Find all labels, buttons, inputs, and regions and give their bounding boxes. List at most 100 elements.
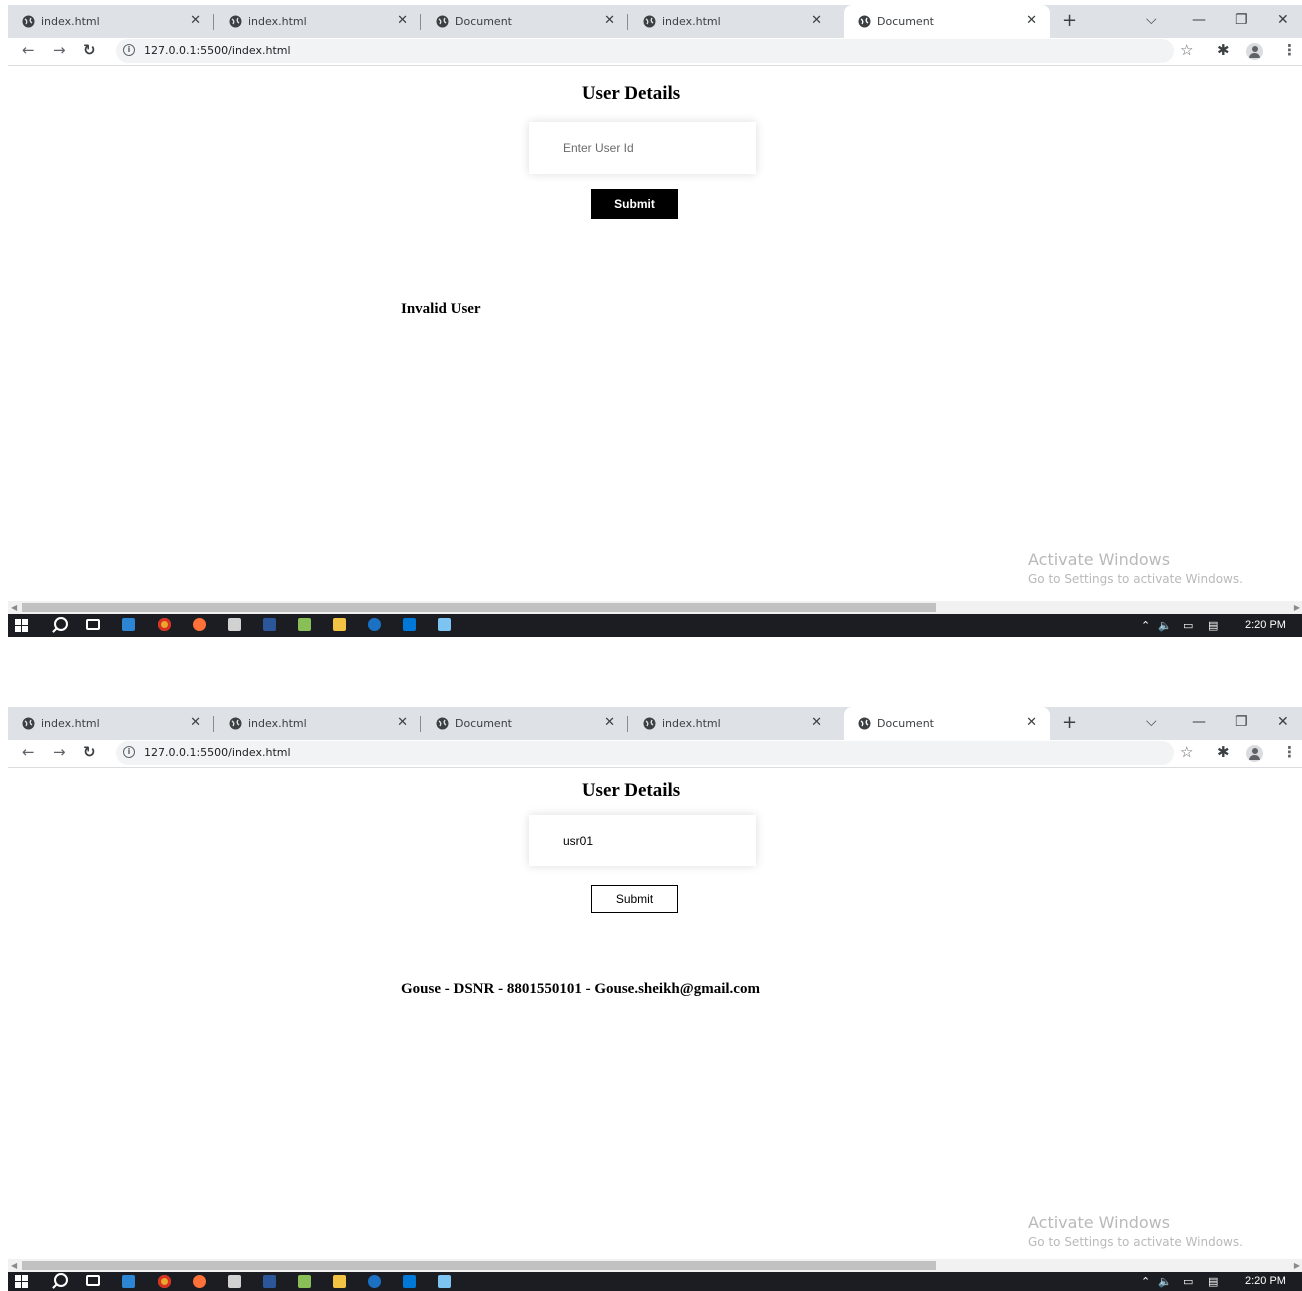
close-icon[interactable]: ✕ — [397, 715, 408, 730]
tab-5-active[interactable]: Document ✕ — [844, 5, 1050, 38]
close-icon[interactable]: ✕ — [1026, 13, 1037, 28]
close-icon[interactable]: ✕ — [604, 715, 615, 730]
close-icon[interactable]: ✕ — [811, 715, 822, 730]
info-icon[interactable]: i — [123, 746, 135, 758]
vscode-icon[interactable] — [403, 1275, 416, 1288]
bookmark-star-icon[interactable]: ☆ — [1180, 743, 1193, 761]
back-icon[interactable]: ← — [22, 743, 35, 761]
tab-3[interactable]: Document ✕ — [422, 5, 628, 38]
acrobat-icon[interactable] — [228, 1275, 241, 1288]
forward-icon[interactable]: → — [53, 743, 66, 761]
close-icon[interactable]: ✕ — [190, 13, 201, 28]
tab-search-icon[interactable]: ⌵ — [1146, 713, 1157, 731]
submit-button[interactable]: Submit — [591, 189, 678, 219]
menu-kebab-icon[interactable]: ⋮ — [1282, 743, 1297, 761]
scrollbar-thumb[interactable] — [22, 1261, 936, 1270]
new-tab-icon[interactable]: + — [1062, 713, 1077, 733]
bookmark-star-icon[interactable]: ☆ — [1180, 41, 1193, 59]
horizontal-scrollbar[interactable]: ◀ ▶ — [8, 601, 1302, 614]
forward-icon[interactable]: → — [53, 41, 66, 59]
tab-5-active[interactable]: Document ✕ — [844, 707, 1050, 740]
vscode-icon[interactable] — [403, 618, 416, 631]
paint-icon[interactable] — [122, 1275, 135, 1288]
user-id-input[interactable] — [529, 122, 756, 174]
search-icon[interactable] — [54, 617, 68, 631]
scrollbar-thumb[interactable] — [22, 603, 936, 612]
address-bar[interactable]: i 127.0.0.1:5500/index.html — [116, 741, 1174, 765]
reload-icon[interactable]: ↻ — [83, 743, 96, 761]
taskbar-clock[interactable]: 2:20 PM — [1245, 1275, 1286, 1287]
tab-search-icon[interactable]: ⌵ — [1146, 11, 1157, 29]
volume-icon[interactable]: 🔈 — [1158, 1275, 1172, 1288]
acrobat-icon[interactable] — [228, 618, 241, 631]
scroll-right-icon[interactable]: ▶ — [1294, 601, 1300, 614]
network-icon[interactable]: ▭ — [1183, 619, 1193, 632]
restore-icon[interactable]: ❐ — [1235, 11, 1248, 29]
horizontal-scrollbar[interactable]: ◀ ▶ — [8, 1259, 1302, 1272]
tab-separator — [627, 716, 628, 732]
edge-icon[interactable] — [368, 618, 381, 631]
address-bar[interactable]: i 127.0.0.1:5500/index.html — [116, 39, 1174, 63]
task-view-icon[interactable] — [86, 619, 100, 630]
reload-icon[interactable]: ↻ — [83, 41, 96, 59]
tab-1[interactable]: index.html ✕ — [8, 707, 214, 740]
file-explorer-icon[interactable] — [333, 1275, 346, 1288]
tab-4[interactable]: index.html ✕ — [629, 5, 835, 38]
minimize-icon[interactable]: — — [1192, 713, 1206, 731]
profile-avatar-icon[interactable] — [1246, 745, 1263, 762]
firefox-icon[interactable] — [193, 618, 206, 631]
notepad-icon[interactable] — [438, 1275, 451, 1288]
task-view-icon[interactable] — [86, 1275, 100, 1286]
notepad-plus-icon[interactable] — [298, 1275, 311, 1288]
chrome-icon[interactable] — [158, 1275, 171, 1288]
restore-icon[interactable]: ❐ — [1235, 713, 1248, 731]
close-window-icon[interactable]: ✕ — [1277, 713, 1289, 731]
close-icon[interactable]: ✕ — [190, 715, 201, 730]
file-explorer-icon[interactable] — [333, 618, 346, 631]
search-icon[interactable] — [54, 1273, 68, 1287]
notifications-icon[interactable]: ▤ — [1208, 619, 1218, 632]
menu-kebab-icon[interactable]: ⋮ — [1282, 41, 1297, 59]
scroll-left-icon[interactable]: ◀ — [11, 601, 17, 614]
scroll-right-icon[interactable]: ▶ — [1294, 1259, 1300, 1272]
chrome-icon[interactable] — [158, 618, 171, 631]
profile-avatar-icon[interactable] — [1246, 43, 1263, 60]
firefox-icon[interactable] — [193, 1275, 206, 1288]
word-icon[interactable] — [263, 1275, 276, 1288]
volume-icon[interactable]: 🔈 — [1158, 619, 1172, 632]
tab-4[interactable]: index.html ✕ — [629, 707, 835, 740]
tab-3[interactable]: Document ✕ — [422, 707, 628, 740]
tab-strip: index.html ✕ index.html ✕ Document ✕ ind… — [8, 5, 1302, 38]
extensions-puzzle-icon[interactable]: ✱ — [1217, 41, 1230, 59]
tab-2[interactable]: index.html ✕ — [215, 707, 421, 740]
notepad-icon[interactable] — [438, 618, 451, 631]
tab-title: index.html — [662, 717, 721, 730]
user-id-input[interactable] — [529, 815, 756, 866]
info-icon[interactable]: i — [123, 44, 135, 56]
scroll-left-icon[interactable]: ◀ — [11, 1259, 17, 1272]
close-icon[interactable]: ✕ — [604, 13, 615, 28]
submit-button[interactable]: Submit — [591, 885, 678, 913]
close-icon[interactable]: ✕ — [397, 13, 408, 28]
close-icon[interactable]: ✕ — [1026, 715, 1037, 730]
close-icon[interactable]: ✕ — [811, 13, 822, 28]
windows-start-icon[interactable] — [15, 1275, 28, 1288]
notepad-plus-icon[interactable] — [298, 618, 311, 631]
page-title: User Details — [581, 780, 681, 801]
new-tab-icon[interactable]: + — [1062, 11, 1077, 31]
tab-2[interactable]: index.html ✕ — [215, 5, 421, 38]
notifications-icon[interactable]: ▤ — [1208, 1275, 1218, 1288]
tray-up-icon[interactable]: ⌃ — [1141, 1275, 1150, 1288]
extensions-puzzle-icon[interactable]: ✱ — [1217, 743, 1230, 761]
taskbar-clock[interactable]: 2:20 PM — [1245, 619, 1286, 631]
tray-up-icon[interactable]: ⌃ — [1141, 619, 1150, 632]
tab-1[interactable]: index.html ✕ — [8, 5, 214, 38]
paint-icon[interactable] — [122, 618, 135, 631]
edge-icon[interactable] — [368, 1275, 381, 1288]
back-icon[interactable]: ← — [22, 41, 35, 59]
windows-start-icon[interactable] — [15, 619, 28, 632]
close-window-icon[interactable]: ✕ — [1277, 11, 1289, 29]
word-icon[interactable] — [263, 618, 276, 631]
network-icon[interactable]: ▭ — [1183, 1275, 1193, 1288]
minimize-icon[interactable]: — — [1192, 11, 1206, 29]
